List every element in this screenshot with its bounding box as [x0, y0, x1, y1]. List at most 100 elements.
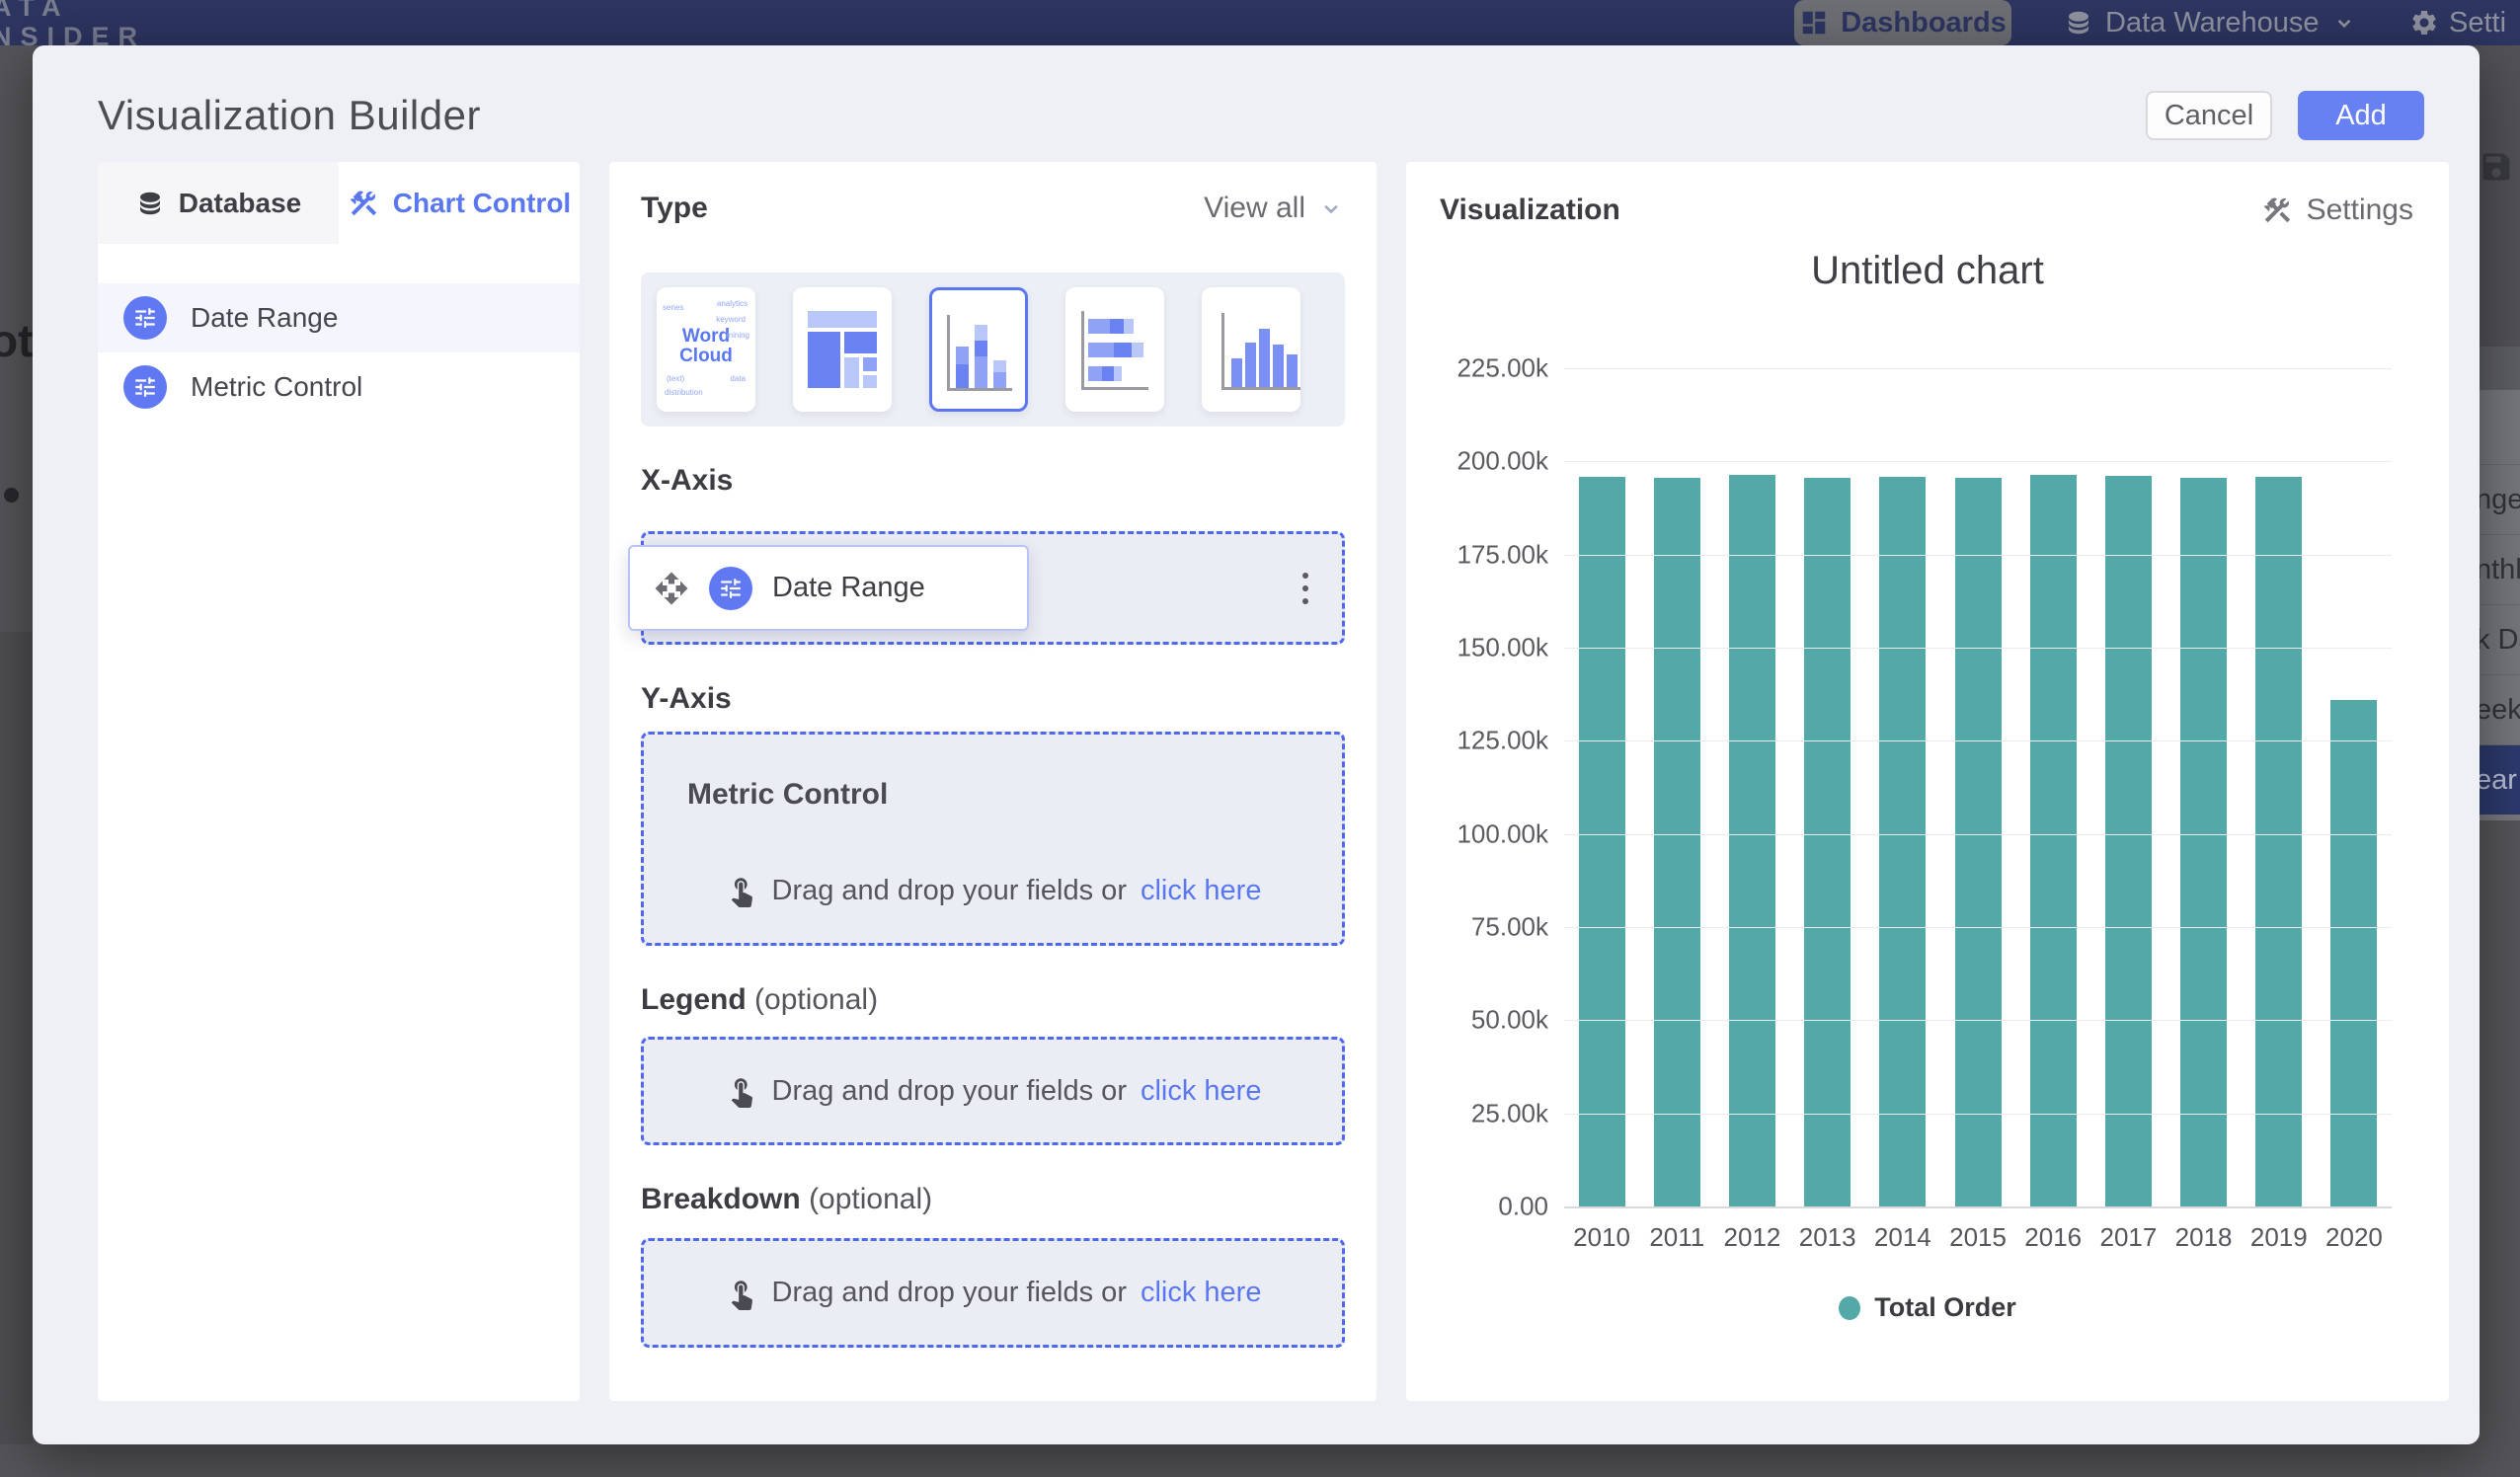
- x-tick-label: 2019: [2242, 1222, 2317, 1253]
- x-tick-label: 2015: [1940, 1222, 2015, 1253]
- field-item-date-range[interactable]: Date Range: [98, 283, 580, 352]
- bar-2011: [1654, 478, 1700, 1206]
- chip-label: Date Range: [772, 572, 925, 604]
- visualization-header: Visualization: [1440, 194, 1620, 227]
- visualization-builder-modal: Visualization Builder Cancel Add Databas…: [33, 45, 2480, 1444]
- x-tick-label: 2018: [2166, 1222, 2242, 1253]
- gridline: [1564, 927, 2392, 928]
- background-strip: [2473, 347, 2520, 390]
- legend-series-label: Total Order: [1874, 1292, 2016, 1323]
- bar-2015: [1955, 478, 2002, 1206]
- chevron-down-icon: [2331, 10, 2357, 36]
- y-tick-label: 175.00k: [1457, 539, 1548, 570]
- nav-tab-settings: Setti: [2409, 0, 2520, 45]
- breakdown-optional: (optional): [809, 1183, 932, 1215]
- field-item-metric-control[interactable]: Metric Control: [98, 352, 580, 422]
- click-here-link[interactable]: click here: [1141, 875, 1262, 907]
- click-here-link[interactable]: click here: [1141, 1277, 1262, 1309]
- y-axis-drop-zone[interactable]: Metric Control Drag and drop your fields…: [641, 732, 1345, 946]
- y-tick-label: 225.00k: [1457, 353, 1548, 384]
- type-label: Type: [641, 192, 708, 225]
- gridline: [1564, 368, 2392, 369]
- y-tick-label: 25.00k: [1471, 1098, 1548, 1128]
- tap-icon: [725, 1074, 758, 1108]
- tab-chart-control[interactable]: Chart Control: [339, 162, 580, 244]
- bar-2016: [2030, 475, 2077, 1206]
- menu-item: k Date: [2473, 604, 2520, 674]
- tap-icon: [725, 874, 758, 907]
- tools-icon: [348, 188, 379, 219]
- y-tick-label: 0.00: [1498, 1192, 1548, 1222]
- save-icon: [2479, 149, 2514, 185]
- chart-type-column[interactable]: [1202, 287, 1300, 412]
- gridline: [1564, 1020, 2392, 1021]
- plot-area: 0.0025.00k50.00k75.00k100.00k125.00k150.…: [1564, 368, 2392, 1208]
- menu-item: nthly: [2473, 534, 2520, 604]
- gridline: [1564, 555, 2392, 556]
- background-toolbar: [2473, 45, 2520, 347]
- cancel-button[interactable]: Cancel: [2146, 91, 2272, 140]
- chart-type-stacked-column[interactable]: [929, 287, 1028, 412]
- legend-dot: [1839, 1296, 1860, 1320]
- x-tick-label: 2012: [1714, 1222, 1789, 1253]
- x-tick-label: 2013: [1790, 1222, 1865, 1253]
- sliders-icon: [123, 365, 167, 409]
- breakdown-drop-zone[interactable]: Drag and drop your fields or click here: [641, 1238, 1345, 1348]
- visualization-panel: Visualization Settings Untitled chart 0.…: [1406, 162, 2449, 1401]
- x-tick-label: 2011: [1639, 1222, 1714, 1253]
- x-tick-label: 2014: [1865, 1222, 1940, 1253]
- tap-icon: [725, 1277, 758, 1310]
- chart-legend: Total Order: [1406, 1292, 2449, 1323]
- menu-item: eekly: [2473, 674, 2520, 744]
- chart-type-word-cloud[interactable]: series analytics keyword Word Cloud mini…: [657, 287, 755, 412]
- gridline: [1564, 1114, 2392, 1115]
- sliders-icon: [123, 296, 167, 340]
- x-tick-label: 2020: [2317, 1222, 2392, 1253]
- chart-title: Untitled chart: [1406, 249, 2449, 293]
- x-tick-label: 2016: [2015, 1222, 2090, 1253]
- bar-2019: [2255, 477, 2302, 1206]
- y-tick-label: 150.00k: [1457, 632, 1548, 662]
- metric-control-zone-title: Metric Control: [687, 778, 888, 812]
- nav-tab-data-warehouse: Data Warehouse: [2064, 0, 2357, 45]
- chart-type-stacked-bar[interactable]: [1065, 287, 1164, 412]
- bars-container: [1564, 368, 2392, 1206]
- background-dropdown-menu: nge nthly k Date eekly ear: [2473, 390, 2520, 820]
- y-tick-label: 125.00k: [1457, 726, 1548, 756]
- dashboard-icon: [1799, 8, 1829, 38]
- add-button[interactable]: Add: [2298, 91, 2424, 140]
- chevron-down-icon: [1317, 194, 1345, 222]
- view-all-dropdown[interactable]: View all: [1204, 192, 1345, 225]
- app-logo: ATA NSIDER: [0, 0, 146, 51]
- gridline: [1564, 740, 2392, 741]
- breakdown-label: Breakdown: [641, 1183, 801, 1215]
- background-section: [0, 632, 33, 1444]
- bar-2018: [2180, 478, 2227, 1206]
- builder-panel: Type View all series analytics keyword W…: [609, 162, 1377, 1401]
- kebab-menu-icon[interactable]: [1297, 567, 1314, 610]
- modal-header: Visualization Builder Cancel Add: [33, 45, 2480, 162]
- x-axis-drop-zone[interactable]: Date Range Date Range: [641, 531, 1345, 645]
- y-tick-label: 100.00k: [1457, 818, 1548, 849]
- legend-drop-zone[interactable]: Drag and drop your fields or click here: [641, 1037, 1345, 1145]
- x-axis-labels: 2010201120122013201420152016201720182019…: [1564, 1222, 2392, 1253]
- date-range-chip[interactable]: Date Range: [628, 545, 1029, 631]
- tab-database[interactable]: Database: [98, 162, 339, 244]
- gear-icon: [2409, 8, 2439, 38]
- chart-type-strip: series analytics keyword Word Cloud mini…: [641, 272, 1345, 427]
- database-icon: [135, 189, 165, 218]
- menu-item-selected: ear: [2473, 744, 2520, 815]
- background-bullet: [4, 488, 19, 503]
- bar-2020: [2330, 700, 2377, 1206]
- bar-2017: [2105, 476, 2152, 1206]
- settings-button[interactable]: Settings: [2261, 194, 2413, 227]
- bar-2010: [1579, 477, 1625, 1206]
- chart-type-treemap[interactable]: [793, 287, 892, 412]
- y-tick-label: 75.00k: [1471, 911, 1548, 942]
- database-icon: [2064, 8, 2093, 38]
- page-title: Visualization Builder: [98, 92, 481, 139]
- y-tick-label: 50.00k: [1471, 1005, 1548, 1036]
- click-here-link[interactable]: click here: [1141, 1075, 1262, 1108]
- y-tick-label: 200.00k: [1457, 446, 1548, 477]
- x-tick-label: 2010: [1564, 1222, 1639, 1253]
